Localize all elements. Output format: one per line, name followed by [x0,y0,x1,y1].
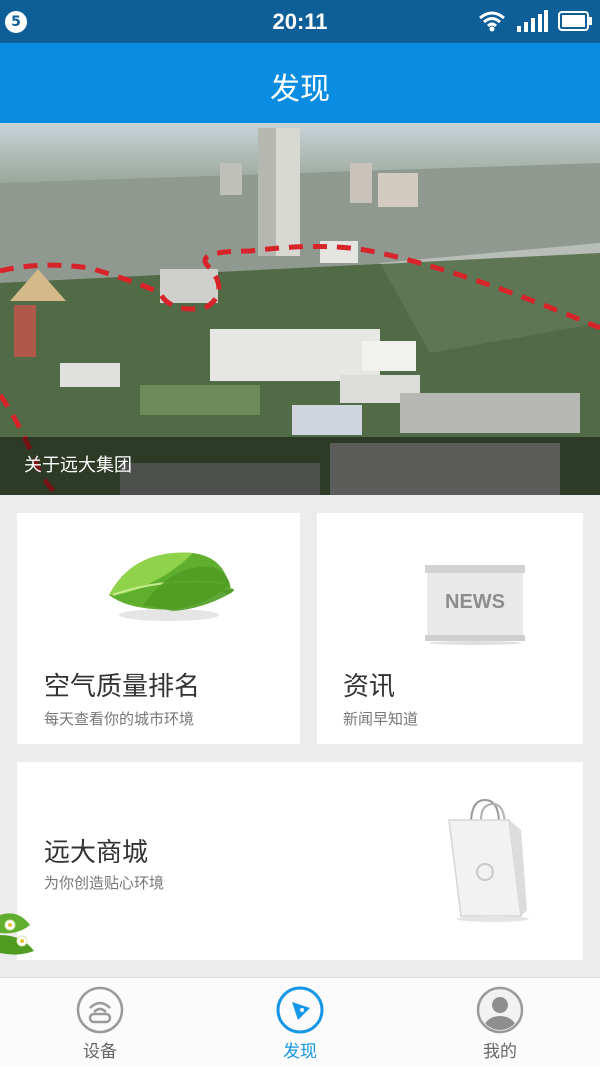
banner-caption: 关于远大集团 [24,455,132,476]
shop-card[interactable]: 远大商城 为你创造贴心环境 [17,762,583,960]
nav-item-discover[interactable]: 发现 [200,978,400,1067]
nav-label-mine: 我的 [483,1042,517,1062]
air-quality-subtitle: 每天查看你的城市环境 [44,710,195,728]
about-banner[interactable]: 关于远大集团 [0,123,600,495]
page-title: 发现 [270,72,330,107]
shopping-bag-icon [448,798,529,922]
status-icons [478,9,592,33]
nav-item-devices[interactable]: 设备 [0,978,200,1067]
bottom-nav: 设备 发现 我的 [0,977,600,1067]
news-card[interactable]: NEWS 资讯 新闻早知道 [317,513,583,744]
news-title: 资讯 [343,672,396,702]
nav-label-discover: 发现 [283,1042,317,1062]
news-subtitle: 新闻早知道 [343,710,419,728]
status-bar: 5 20:11 [0,0,600,43]
wifi-icon [479,11,505,32]
compass-icon [276,986,324,1034]
nav-item-mine[interactable]: 我的 [400,978,600,1067]
shop-subtitle: 为你创造贴心环境 [44,874,165,892]
news-board-icon: NEWS [425,565,525,645]
air-quality-card[interactable]: 空气质量排名 每天查看你的城市环境 [17,513,300,744]
nav-label-devices: 设备 [83,1042,117,1062]
shop-title: 远大商城 [44,838,149,868]
leaf-icon [109,552,235,621]
signal-icon [517,10,548,32]
device-icon [76,986,124,1034]
app-bar: 发现 [0,43,600,123]
user-icon [476,986,524,1034]
battery-icon [558,11,592,31]
flower-decoration-icon [0,913,34,955]
news-board-text: NEWS [445,591,505,613]
air-quality-title: 空气质量排名 [44,672,201,702]
